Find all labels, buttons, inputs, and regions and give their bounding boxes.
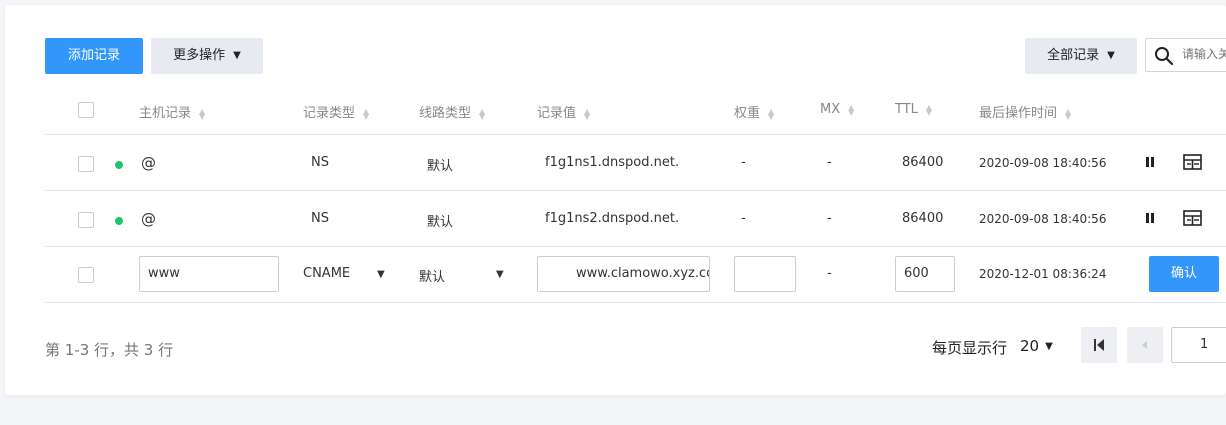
divider <box>45 134 1226 135</box>
divider <box>45 190 1226 191</box>
column-header-type[interactable]: 记录类型 ▲ ▼ <box>303 102 369 121</box>
all-records-dropdown[interactable]: 全部记录 ▼ <box>1025 38 1137 74</box>
value-cell: f1g1ns2.dnspod.net. <box>545 211 680 226</box>
record-summary: 第 1-3 行，共 3 行 <box>45 341 174 359</box>
weight-cell: - <box>741 211 746 226</box>
sort-icon: ▲ ▼ <box>768 106 775 121</box>
page-size-select[interactable]: 20 ▼ <box>1020 337 1053 355</box>
add-record-button[interactable]: 添加记录 <box>45 38 143 74</box>
column-header-host[interactable]: 主机记录 ▲ ▼ <box>139 102 205 121</box>
page-size-label: 每页显示行 <box>932 339 1008 357</box>
sort-icon: ▲ ▼ <box>584 106 591 121</box>
caret-down-icon: ▼ <box>496 269 504 280</box>
line-type-select[interactable]: 默认 <box>419 266 445 285</box>
type-cell: NS <box>311 155 329 170</box>
status-enabled-dot <box>115 161 123 169</box>
sort-icon: ▲ ▼ <box>1065 106 1072 121</box>
first-page-button[interactable] <box>1081 327 1117 363</box>
caret-down-icon: ▼ <box>233 50 241 61</box>
pause-icon[interactable] <box>1145 212 1155 224</box>
time-cell: 2020-09-08 18:40:56 <box>979 212 1107 226</box>
sort-icon: ▲ ▼ <box>199 106 206 121</box>
sort-icon: ▲ ▼ <box>925 102 933 117</box>
column-header-value[interactable]: 记录值 ▲ ▼ <box>537 102 590 121</box>
more-actions-label: 更多操作 <box>173 48 226 63</box>
host-cell: @ <box>141 154 156 172</box>
sort-icon: ▲ ▼ <box>363 106 370 121</box>
mx-cell: - <box>827 211 832 226</box>
divider <box>45 302 1226 303</box>
prev-page-button[interactable] <box>1127 327 1163 363</box>
remark-icon[interactable] <box>1183 210 1202 226</box>
time-cell: 2020-12-01 08:36:24 <box>979 267 1107 281</box>
page-number-input[interactable]: 1 <box>1171 327 1226 363</box>
search-box[interactable] <box>1145 38 1226 72</box>
confirm-button[interactable]: 确认 <box>1149 256 1219 292</box>
host-cell: @ <box>141 210 156 228</box>
search-icon <box>1155 47 1174 66</box>
weight-cell: - <box>741 155 746 170</box>
more-actions-dropdown[interactable]: 更多操作 ▼ <box>151 38 263 74</box>
mx-cell: - <box>827 266 832 281</box>
row-checkbox[interactable] <box>78 156 94 172</box>
caret-down-icon: ▼ <box>377 269 385 280</box>
type-cell: NS <box>311 211 329 226</box>
column-header-weight[interactable]: 权重 ▲ ▼ <box>734 102 774 121</box>
host-input[interactable]: www <box>139 256 279 292</box>
all-records-label: 全部记录 <box>1047 48 1100 63</box>
column-header-line[interactable]: 线路类型 ▲ ▼ <box>419 102 485 121</box>
select-all-checkbox[interactable] <box>78 102 94 118</box>
ttl-cell: 86400 <box>902 211 944 226</box>
search-input[interactable] <box>1182 47 1226 61</box>
column-header-mx[interactable]: MX ▲ ▼ <box>820 102 854 117</box>
ttl-cell: 86400 <box>902 155 944 170</box>
weight-input[interactable] <box>734 256 796 292</box>
mx-cell: - <box>827 155 832 170</box>
caret-down-icon: ▼ <box>1045 341 1053 352</box>
line-cell: 默认 <box>427 159 454 174</box>
prev-page-icon <box>1142 341 1147 349</box>
row-checkbox[interactable] <box>78 212 94 228</box>
row-checkbox[interactable] <box>78 267 94 283</box>
status-enabled-dot <box>115 217 123 225</box>
column-header-last-op[interactable]: 最后操作时间 ▲ ▼ <box>979 102 1071 121</box>
confirm-label: 确认 <box>1170 266 1197 281</box>
add-record-label: 添加记录 <box>67 48 120 63</box>
sort-icon: ▲ ▼ <box>848 102 855 117</box>
sort-icon: ▲ ▼ <box>479 106 486 121</box>
record-value-input[interactable]: www.clamowo.xyz.cc <box>537 256 710 292</box>
caret-down-icon: ▼ <box>1107 50 1115 61</box>
divider <box>45 246 1226 247</box>
record-type-select[interactable]: CNAME <box>303 266 350 281</box>
time-cell: 2020-09-08 18:40:56 <box>979 156 1107 170</box>
page-size-value: 20 <box>1020 337 1040 355</box>
ttl-input[interactable]: 600 <box>895 256 955 292</box>
pause-icon[interactable] <box>1145 156 1155 168</box>
first-page-icon <box>1094 339 1104 351</box>
remark-icon[interactable] <box>1183 154 1202 170</box>
line-cell: 默认 <box>427 215 454 230</box>
value-cell: f1g1ns1.dnspod.net. <box>545 155 680 170</box>
column-header-ttl[interactable]: TTL ▲ ▼ <box>895 102 932 117</box>
